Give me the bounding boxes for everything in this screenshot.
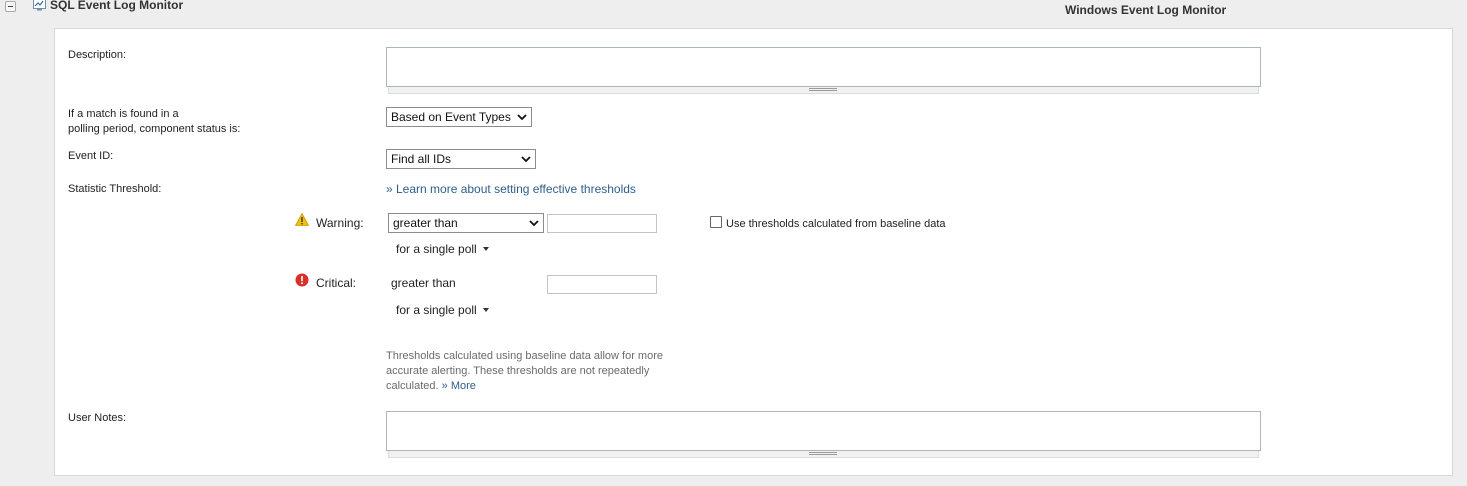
- warning-operator-value: greater than: [393, 216, 458, 230]
- match-status-label-line1: If a match is found in a: [68, 108, 179, 120]
- chevron-down-icon: [517, 114, 527, 121]
- event-id-value: Find all IDs: [391, 152, 452, 166]
- warning-label: Warning:: [316, 216, 364, 230]
- resize-grip-icon: [809, 452, 837, 455]
- match-status-label-line2: polling period, component status is:: [68, 123, 241, 135]
- caret-down-icon: [482, 246, 489, 251]
- caret-down-icon: [482, 307, 489, 312]
- component-status-select[interactable]: Based on Event Types: [386, 107, 532, 127]
- baseline-thresholds-checkbox[interactable]: [710, 216, 722, 228]
- monitor-chart-icon: [33, 0, 46, 11]
- critical-poll-dropdown[interactable]: for a single poll: [396, 303, 489, 317]
- description-label: Description:: [68, 49, 127, 61]
- chevron-down-icon: [521, 156, 531, 163]
- collapse-button[interactable]: [5, 1, 16, 12]
- help-more-link[interactable]: » More: [442, 380, 476, 392]
- monitor-type-title: Windows Event Log Monitor: [1065, 3, 1227, 17]
- event-id-select[interactable]: Find all IDs: [386, 149, 536, 169]
- chevron-down-icon: [529, 220, 539, 227]
- component-status-value: Based on Event Types: [391, 110, 511, 124]
- warning-poll-dropdown[interactable]: for a single poll: [396, 242, 489, 256]
- component-title: SQL Event Log Monitor: [50, 0, 184, 12]
- resize-grip-icon: [809, 88, 837, 91]
- critical-label: Critical:: [316, 276, 357, 290]
- warning-poll-value: for a single poll: [396, 242, 477, 256]
- learn-more-thresholds-link[interactable]: » Learn more about setting effective thr…: [386, 182, 636, 196]
- settings-panel: [54, 28, 1453, 476]
- critical-poll-value: for a single poll: [396, 303, 477, 317]
- description-textarea[interactable]: [386, 47, 1261, 87]
- event-id-label: Event ID:: [68, 150, 114, 162]
- description-resize-handle[interactable]: [388, 87, 1259, 94]
- critical-error-icon: [295, 273, 309, 287]
- warning-operator-select[interactable]: greater than: [388, 213, 544, 233]
- baseline-help-text: Thresholds calculated using baseline dat…: [386, 349, 686, 394]
- critical-threshold-input[interactable]: [547, 275, 657, 294]
- user-notes-textarea[interactable]: [386, 411, 1261, 451]
- match-status-label: If a match is found in a polling period,…: [68, 107, 240, 137]
- critical-operator-value: greater than: [391, 276, 456, 290]
- statistic-threshold-label: Statistic Threshold:: [68, 183, 162, 195]
- warning-threshold-input[interactable]: [547, 214, 657, 233]
- baseline-thresholds-label[interactable]: Use thresholds calculated from baseline …: [726, 217, 946, 232]
- warning-triangle-icon: [295, 213, 309, 226]
- baseline-help-body: Thresholds calculated using baseline dat…: [386, 350, 663, 392]
- user-notes-resize-handle[interactable]: [388, 451, 1259, 458]
- user-notes-label: User Notes:: [68, 412, 127, 424]
